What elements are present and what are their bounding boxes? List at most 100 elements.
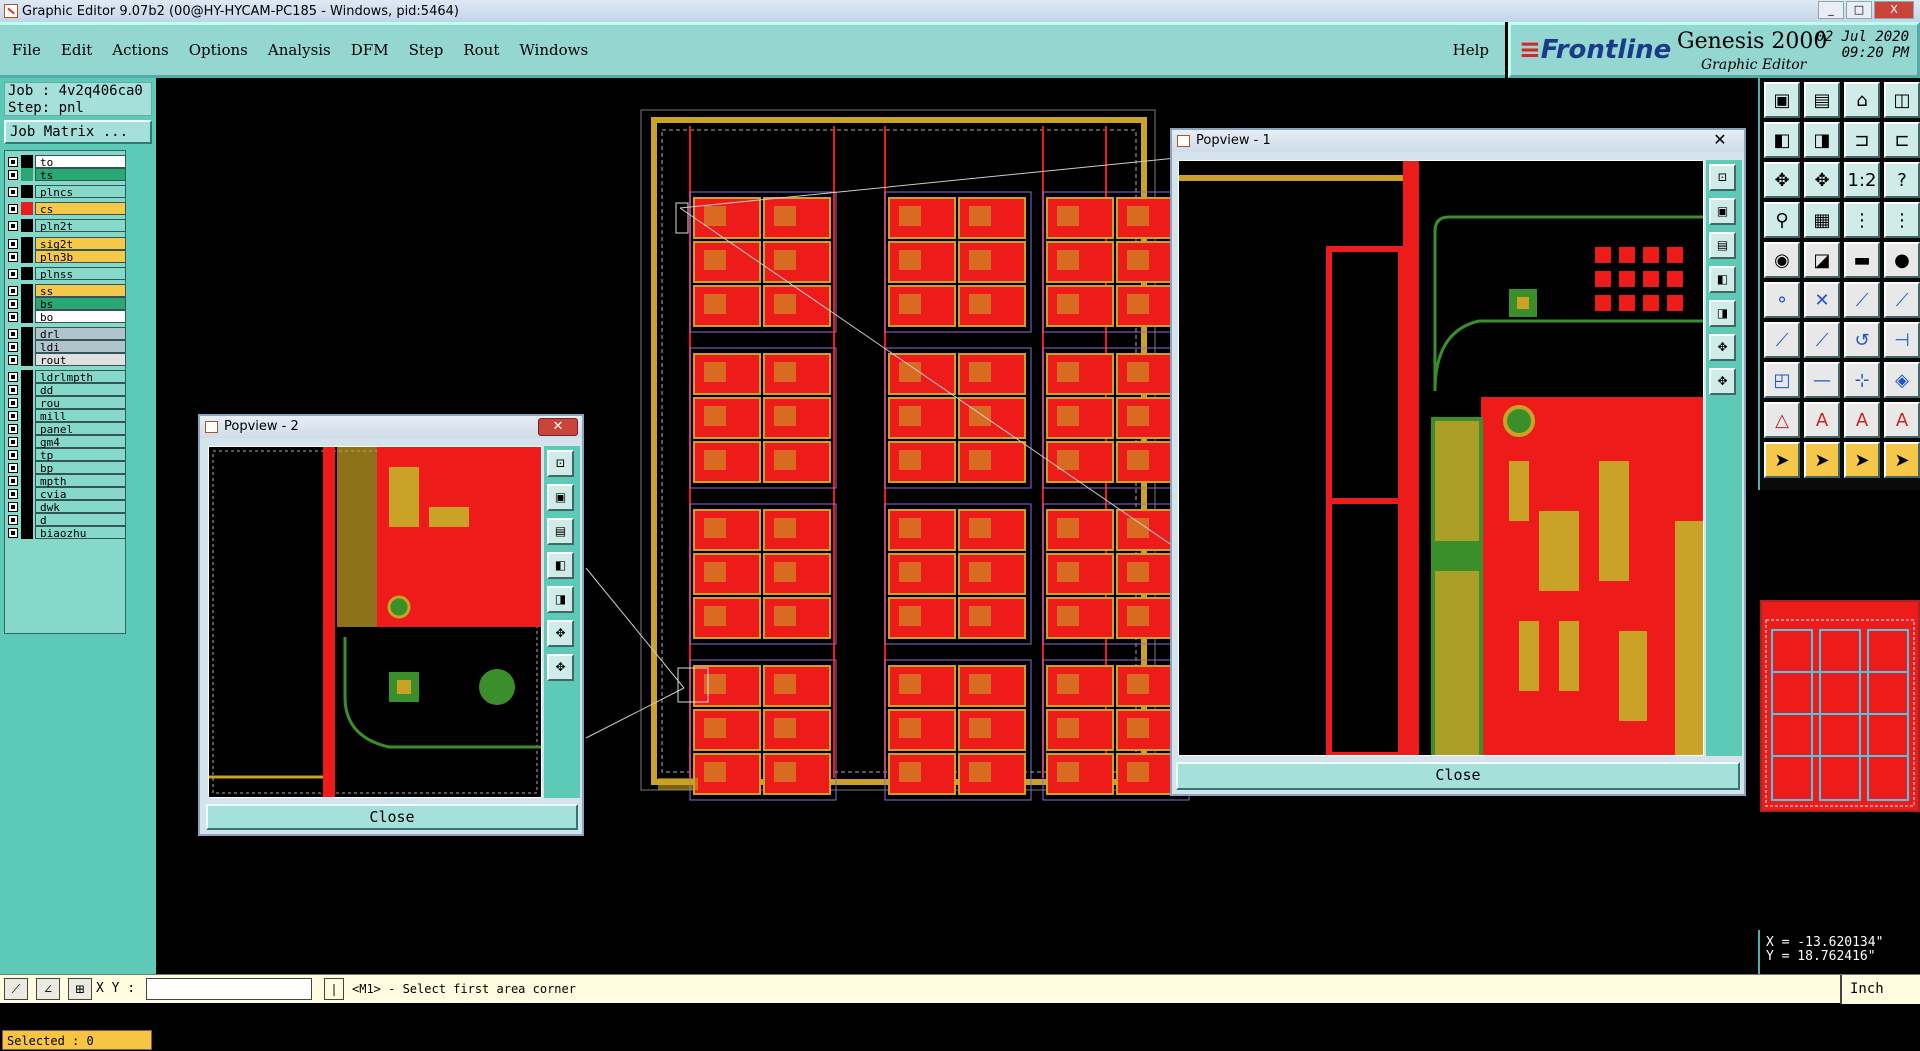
layer-color-swatch[interactable] [21, 168, 33, 181]
layer-color-swatch[interactable] [21, 513, 33, 526]
popview-1-view[interactable] [1178, 160, 1704, 758]
select-multi-icon[interactable]: ➤ [1884, 442, 1920, 478]
symbol-icon[interactable]: ⊹ [1844, 362, 1880, 398]
popview-1-close-x[interactable]: ✕ [1700, 132, 1740, 150]
center-button[interactable]: ✥ [547, 620, 574, 647]
layer-name[interactable]: dd [35, 383, 126, 397]
layer-color-swatch[interactable] [21, 396, 33, 409]
menu-options[interactable]: Options [189, 41, 248, 59]
layer-name[interactable]: ts [35, 168, 126, 182]
layer-row[interactable]: bs [8, 297, 126, 311]
layer-color-swatch[interactable] [21, 250, 33, 263]
window-icon[interactable]: ◫ [1884, 82, 1920, 118]
layer-row[interactable]: gm4 [8, 435, 126, 449]
pan-right-button[interactable]: ◨ [547, 586, 574, 613]
menu-file[interactable]: File [12, 41, 41, 59]
layer-row[interactable]: bo [8, 310, 126, 324]
layer-checkbox[interactable] [8, 462, 18, 473]
layer-checkbox[interactable] [8, 156, 18, 167]
recenter-button[interactable]: ✥ [1709, 368, 1736, 395]
layer-checkbox[interactable] [8, 298, 18, 309]
text-icon[interactable]: △ [1764, 402, 1800, 438]
node-icon[interactable]: ⚬ [1764, 282, 1800, 318]
layer-row[interactable]: ss [8, 284, 126, 298]
layer-name[interactable]: bp [35, 461, 126, 475]
layer-name[interactable]: mpth [35, 474, 126, 488]
layer-name[interactable]: rou [35, 396, 126, 410]
layer-name[interactable]: plncs [35, 185, 126, 199]
layer-checkbox[interactable] [8, 354, 18, 365]
layer-checkbox[interactable] [8, 251, 18, 262]
layer-row[interactable]: to [8, 155, 126, 169]
snap-icon[interactable]: ⋮ [1844, 202, 1880, 238]
home-icon[interactable]: ⌂ [1844, 82, 1880, 118]
text-b-icon[interactable]: A [1844, 402, 1880, 438]
layer-name[interactable]: tp [35, 448, 126, 462]
layer-name[interactable]: pln2t [35, 219, 126, 233]
layer-name[interactable]: d [35, 513, 126, 527]
angle-tool-icon[interactable]: ∠ [36, 978, 60, 1000]
maximize-button[interactable]: □ [1846, 1, 1872, 19]
job-matrix-button[interactable]: Job Matrix ... [4, 120, 152, 144]
arc-alt-icon[interactable]: ⟋ [1884, 282, 1920, 318]
layer-color-swatch[interactable] [21, 185, 33, 198]
layer-row[interactable]: cvia [8, 487, 126, 501]
cross-icon[interactable]: ✕ [1804, 282, 1840, 318]
xy-input[interactable] [146, 978, 312, 1000]
layer-color-swatch[interactable] [21, 461, 33, 474]
layer-color-swatch[interactable] [21, 370, 33, 383]
menu-step[interactable]: Step [409, 41, 444, 59]
layer-row[interactable]: d [8, 513, 126, 527]
layer-color-swatch[interactable] [21, 353, 33, 366]
layer-name[interactable]: dwk [35, 500, 126, 514]
layer-name[interactable]: biaozhu [35, 526, 126, 540]
layer-color-swatch[interactable] [21, 474, 33, 487]
layer-checkbox[interactable] [8, 423, 18, 434]
select-net-icon[interactable]: ➤ [1844, 442, 1880, 478]
layer-checkbox[interactable] [8, 527, 18, 538]
zoom-out-button[interactable]: ▤ [547, 518, 574, 545]
menu-edit[interactable]: Edit [61, 41, 92, 59]
text-a-icon[interactable]: A [1804, 402, 1840, 438]
layer-name[interactable]: cvia [35, 487, 126, 501]
layer-color-swatch[interactable] [21, 267, 33, 280]
line-add-icon[interactable]: ⟋ [1764, 322, 1800, 358]
zoom-out-button[interactable]: ▤ [1709, 232, 1736, 259]
layer-name[interactable]: ss [35, 284, 126, 298]
layer-color-swatch[interactable] [21, 310, 33, 323]
zoom-box-icon[interactable]: ⊐ [1844, 122, 1880, 158]
layer-row[interactable]: ldi [8, 340, 126, 354]
layer-checkbox[interactable] [8, 169, 18, 180]
layer-checkbox[interactable] [8, 371, 18, 382]
select-alt-icon[interactable]: ➤ [1804, 442, 1840, 478]
layer-row[interactable]: pln2t [8, 219, 126, 233]
popview-2-close-x[interactable]: ✕ [538, 418, 578, 436]
line-tool-icon[interactable]: ⟋ [4, 978, 28, 1000]
layer-row[interactable]: plncs [8, 185, 126, 199]
layer-row[interactable]: dwk [8, 500, 126, 514]
menu-windows[interactable]: Windows [519, 41, 588, 59]
layer-checkbox[interactable] [8, 268, 18, 279]
layer-color-swatch[interactable] [21, 422, 33, 435]
bar-icon[interactable]: ▬ [1844, 242, 1880, 278]
zoom-fit-button[interactable]: ⊡ [1709, 164, 1736, 191]
text-c-icon[interactable]: A [1884, 402, 1920, 438]
zoom-left-icon[interactable]: ◧ [1764, 122, 1800, 158]
menu-dfm[interactable]: DFM [351, 41, 389, 59]
layer-row[interactable]: rou [8, 396, 126, 410]
pan-right-button[interactable]: ◨ [1709, 300, 1736, 327]
layer-name[interactable]: to [35, 155, 126, 169]
layer-row[interactable]: pln3b [8, 250, 126, 264]
layer-name[interactable]: panel [35, 422, 126, 436]
layer-row[interactable]: ts [8, 168, 126, 182]
snap-alt-icon[interactable]: ⋮ [1884, 202, 1920, 238]
layer-checkbox[interactable] [8, 285, 18, 296]
layer-checkbox[interactable] [8, 475, 18, 486]
layer-color-swatch[interactable] [21, 202, 33, 215]
layer-checkbox[interactable] [8, 514, 18, 525]
layer-row[interactable]: ldrlmpth [8, 370, 126, 384]
open-job-icon[interactable]: ▣ [1764, 82, 1800, 118]
help-icon[interactable]: ? [1884, 162, 1920, 198]
layer-checkbox[interactable] [8, 220, 18, 231]
layer-row[interactable]: mpth [8, 474, 126, 488]
